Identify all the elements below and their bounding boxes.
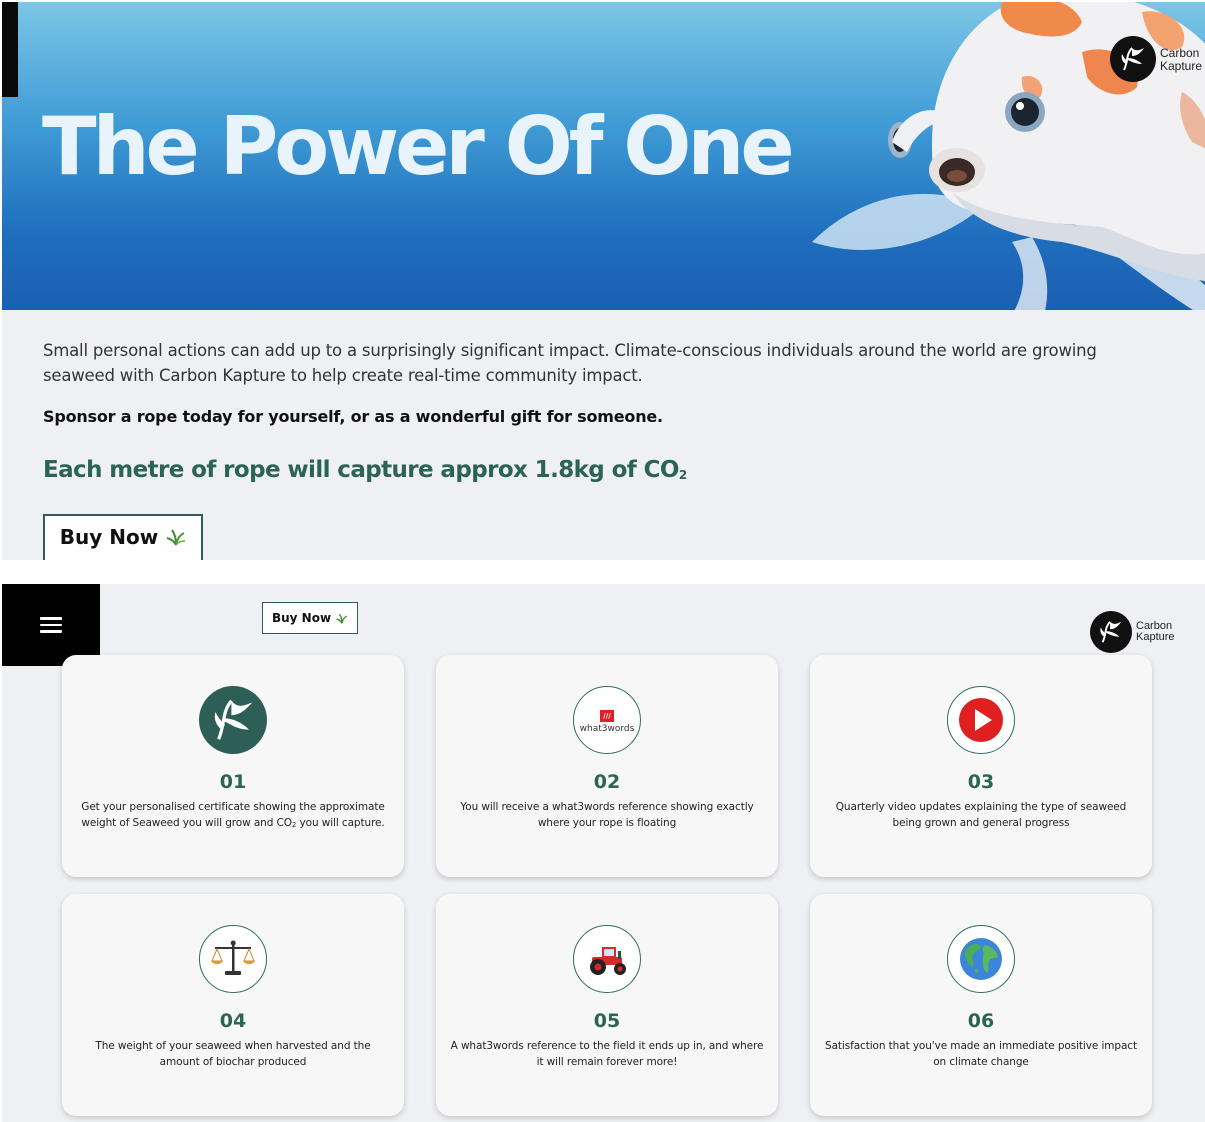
seaweed-logo-icon [1090, 611, 1132, 653]
step-number: 06 [967, 1010, 995, 1032]
hero-title: The Power Of One [42, 100, 795, 193]
buy-now-label: Buy Now [271, 611, 332, 625]
seaweed-sprout-icon [336, 613, 348, 624]
benefit-card-certificate: 01 Get your personalised certificate sho… [62, 655, 404, 877]
sponsor-text: Sponsor a rope today for yourself, or as… [43, 407, 663, 426]
benefits-section: Buy Now Carbon Kapture 01 Get your perso… [2, 584, 1205, 1122]
brand-logo[interactable]: Carbon Kapture [1110, 36, 1202, 82]
buy-now-label: Buy Now [59, 525, 159, 549]
menu-button[interactable] [2, 584, 100, 666]
hamburger-icon [40, 613, 62, 637]
step-description: Get your personalised certificate showin… [81, 801, 385, 829]
step-description: Satisfaction that you've made an immedia… [825, 1040, 1137, 1068]
step-number: 05 [593, 1010, 621, 1032]
step-number: 03 [967, 771, 995, 793]
hero-banner: The Power Of One Carbon Kapture [2, 2, 1205, 310]
scales-icon [199, 925, 267, 993]
what3words-icon: /// what3words [573, 686, 641, 754]
co2-capture-heading: Each metre of rope will capture approx 1… [43, 457, 687, 483]
benefit-card-field: 05 A what3words reference to the field i… [436, 894, 778, 1116]
step-number: 04 [219, 1010, 247, 1032]
hero-accent-bar [2, 2, 18, 97]
brand-name: Carbon Kapture [1136, 620, 1175, 643]
step-description: The weight of your seaweed when harveste… [95, 1040, 371, 1068]
benefit-card-climate: 06 Satisfaction that you've made an imme… [810, 894, 1152, 1116]
step-number: 01 [219, 771, 247, 793]
brand-name: Carbon Kapture [1160, 45, 1203, 73]
tractor-icon [573, 925, 641, 993]
globe-icon [947, 925, 1015, 993]
seaweed-logo-icon [1110, 36, 1156, 82]
play-video-icon [947, 686, 1015, 754]
brand-logo[interactable]: Carbon Kapture [1090, 611, 1175, 653]
buy-now-button-small[interactable]: Buy Now [262, 602, 358, 634]
buy-now-button[interactable]: Buy Now [43, 514, 203, 560]
step-description: You will receive a what3words reference … [460, 801, 754, 829]
step-number: 02 [593, 771, 621, 793]
seaweed-logo-icon [199, 686, 267, 754]
step-description: Quarterly video updates explaining the t… [835, 801, 1127, 829]
seaweed-sprout-icon [166, 529, 186, 546]
step-description: A what3words reference to the field it e… [450, 1040, 764, 1068]
intro-paragraph: Small personal actions can add up to a s… [43, 341, 1097, 385]
benefit-card-video: 03 Quarterly video updates explaining th… [810, 655, 1152, 877]
benefit-card-what3words: /// what3words 02 You will receive a wha… [436, 655, 778, 877]
benefit-card-weight: 04 The weight of your seaweed when harve… [62, 894, 404, 1116]
hero-section: The Power Of One Carbon Kapture Small pe… [2, 2, 1205, 560]
